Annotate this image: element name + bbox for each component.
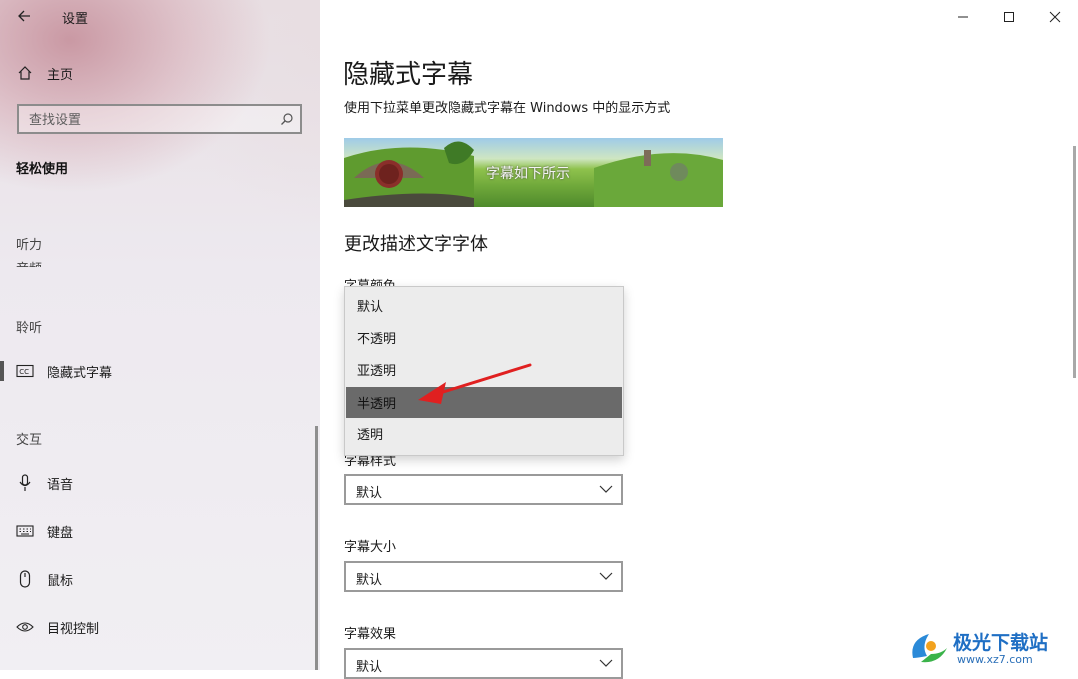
group-title-interaction: 交互 bbox=[16, 433, 43, 448]
caption-size-label: 字幕大小 bbox=[344, 540, 397, 555]
microphone-icon bbox=[16, 474, 34, 492]
sidebar-item-label: 目视控制 bbox=[47, 621, 100, 637]
chevron-down-icon bbox=[599, 572, 613, 580]
dropdown-option[interactable]: 亚透明 bbox=[346, 354, 622, 385]
category-title: 轻松使用 bbox=[16, 162, 69, 177]
sidebar-item-audio-partial[interactable]: 音频 bbox=[16, 258, 42, 267]
group-title-hearing: 听力 bbox=[16, 238, 43, 253]
sidebar: 设置 主页 轻松使用 听力 音频 聆听 CC 隐藏式字幕 交互 语音 键盘 bbox=[0, 0, 320, 670]
back-button[interactable] bbox=[14, 6, 36, 26]
closed-captions-icon: CC bbox=[16, 362, 34, 380]
dropdown-option[interactable]: 不透明 bbox=[346, 322, 622, 353]
dropdown-option[interactable]: 默认 bbox=[346, 290, 622, 321]
chevron-down-icon bbox=[599, 485, 613, 493]
sidebar-item-eye-control[interactable]: 目视控制 bbox=[0, 613, 320, 641]
window-title: 设置 bbox=[62, 12, 89, 27]
watermark-name: 极光下载站 bbox=[953, 632, 1049, 654]
sidebar-item-captions[interactable]: CC 隐藏式字幕 bbox=[0, 357, 320, 385]
mouse-icon bbox=[16, 570, 34, 588]
sidebar-item-mouse[interactable]: 鼠标 bbox=[0, 565, 320, 593]
group-title-listening: 聆听 bbox=[16, 321, 43, 336]
svg-text:CC: CC bbox=[19, 368, 29, 376]
sidebar-scrollbar[interactable] bbox=[315, 426, 318, 670]
select-value: 默认 bbox=[356, 573, 383, 588]
page-description: 使用下拉菜单更改隐藏式字幕在 Windows 中的显示方式 bbox=[344, 101, 671, 116]
sidebar-item-speech[interactable]: 语音 bbox=[0, 469, 320, 497]
preview-caption-text: 字幕如下所示 bbox=[486, 166, 570, 182]
keyboard-icon bbox=[16, 522, 34, 540]
watermark-logo-icon bbox=[912, 634, 947, 663]
search-icon bbox=[281, 113, 293, 125]
page-title: 隐藏式字幕 bbox=[343, 60, 474, 90]
minimize-button[interactable] bbox=[940, 4, 986, 30]
sidebar-item-keyboard[interactable]: 键盘 bbox=[0, 517, 320, 545]
search-input[interactable] bbox=[27, 110, 271, 130]
watermark-url: www.xz7.com bbox=[957, 653, 1033, 666]
sidebar-item-label: 语音 bbox=[47, 477, 74, 493]
caption-style-select[interactable]: 默认 bbox=[344, 474, 623, 505]
eye-icon bbox=[16, 618, 34, 636]
opacity-dropdown[interactable]: 默认 不透明 亚透明 半透明 透明 bbox=[344, 286, 624, 456]
maximize-button[interactable] bbox=[986, 4, 1032, 30]
select-value: 默认 bbox=[356, 486, 383, 501]
dropdown-option-highlighted[interactable]: 半透明 bbox=[346, 387, 622, 418]
caption-preview-image: 字幕如下所示 bbox=[344, 138, 723, 207]
caption-effects-label: 字幕效果 bbox=[344, 627, 397, 642]
close-button[interactable] bbox=[1032, 4, 1078, 30]
sidebar-item-label: 键盘 bbox=[47, 525, 74, 541]
close-icon bbox=[1049, 11, 1061, 23]
maximize-icon bbox=[1004, 12, 1014, 22]
section-title: 更改描述文字字体 bbox=[344, 234, 488, 255]
search-box[interactable] bbox=[17, 104, 302, 134]
select-value: 默认 bbox=[356, 660, 383, 675]
watermark: 极光下载站 www.xz7.com bbox=[907, 626, 1072, 670]
home-icon bbox=[16, 64, 34, 82]
caption-size-select[interactable]: 默认 bbox=[344, 561, 623, 592]
sidebar-item-label: 隐藏式字幕 bbox=[47, 365, 113, 381]
minimize-icon bbox=[958, 16, 968, 18]
main-scrollbar[interactable] bbox=[1073, 146, 1076, 378]
back-arrow-icon bbox=[18, 10, 30, 22]
caption-effects-select[interactable]: 默认 bbox=[344, 648, 623, 679]
sidebar-item-label: 主页 bbox=[47, 67, 74, 83]
sidebar-item-label: 鼠标 bbox=[47, 573, 74, 589]
dropdown-option[interactable]: 透明 bbox=[346, 418, 622, 449]
chevron-down-icon bbox=[599, 659, 613, 667]
sidebar-item-home[interactable]: 主页 bbox=[0, 59, 320, 87]
